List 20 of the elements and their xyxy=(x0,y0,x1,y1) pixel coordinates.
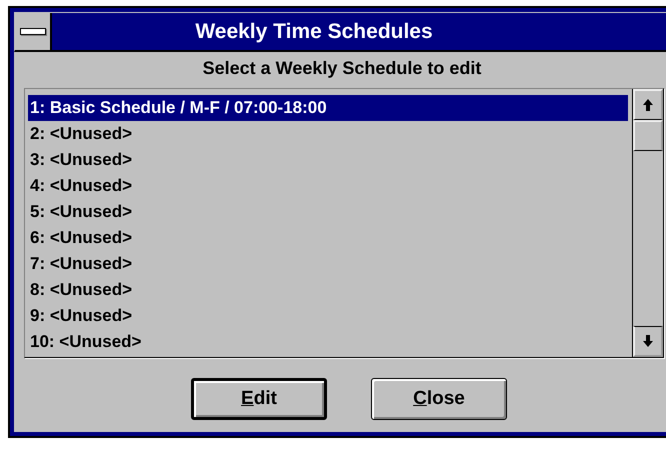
dialog-button[interactable]: Close xyxy=(371,378,507,420)
scroll-thumb[interactable] xyxy=(633,120,663,151)
scroll-down-button[interactable] xyxy=(633,326,663,357)
list-item[interactable]: 8: <Unused> xyxy=(28,277,628,303)
window-title: Weekly Time Schedules xyxy=(194,20,434,44)
list-item[interactable]: 5: <Unused> xyxy=(28,199,628,225)
list-item[interactable]: 7: <Unused> xyxy=(28,251,628,277)
list-item[interactable]: 2: <Unused> xyxy=(28,121,628,147)
prompt-text: Select a Weekly Schedule to edit xyxy=(202,57,482,80)
list-item[interactable]: 6: <Unused> xyxy=(28,225,628,251)
dialog-button[interactable]: Edit xyxy=(191,378,327,420)
list-item[interactable]: 9: <Unused> xyxy=(28,303,628,329)
list-item[interactable]: 4: <Unused> xyxy=(28,173,628,199)
list-item[interactable]: 1: Basic Schedule / M-F / 07:00-18:00 xyxy=(28,95,628,121)
list-item[interactable]: 10: <Unused> xyxy=(28,329,628,355)
list-item[interactable]: 3: <Unused> xyxy=(28,147,628,173)
down-arrow-icon xyxy=(642,334,654,348)
up-arrow-icon xyxy=(642,98,654,112)
scroll-up-button[interactable] xyxy=(633,89,663,120)
system-menu-button[interactable] xyxy=(15,13,52,50)
